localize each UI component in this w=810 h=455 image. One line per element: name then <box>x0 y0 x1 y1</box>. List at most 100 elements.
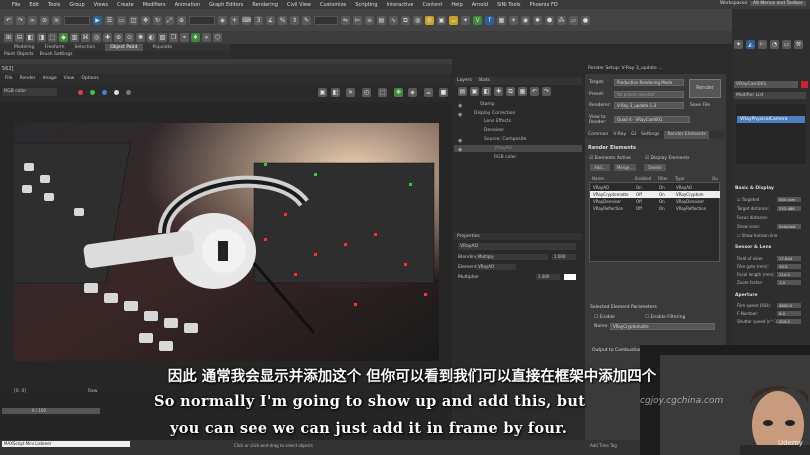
ribbon-tab[interactable]: Modeling <box>14 44 34 51</box>
tool-c-icon[interactable]: ◧ <box>26 33 35 42</box>
window-crossing-icon[interactable]: ◫ <box>129 15 138 25</box>
render-setup-tab[interactable]: GI <box>631 131 636 139</box>
tool-e-icon[interactable]: ⬚ <box>48 33 57 42</box>
frame-menu-item[interactable]: Render <box>20 74 36 84</box>
scale-icon[interactable]: ⤢ <box>165 15 174 25</box>
preset-dropdown[interactable]: No preset selected <box>614 91 684 98</box>
targeted-type[interactable]: Still cam <box>777 197 801 202</box>
layer-source-composite[interactable]: Source: Composite <box>454 136 582 143</box>
material-editor-icon[interactable]: ◍ <box>413 15 422 25</box>
teapot-render-icon[interactable]: ☕ <box>424 88 433 97</box>
mono-channel-icon[interactable] <box>126 90 131 95</box>
multiplier-field[interactable]: 1.000 <box>536 274 560 280</box>
film-speed-value[interactable]: 4600.0 <box>777 303 801 308</box>
show-cone-dropdown[interactable]: Selected <box>777 224 801 229</box>
basic-display-section[interactable]: Basic & Display <box>735 186 774 191</box>
spinner-snap-icon[interactable]: ⇕ <box>290 15 299 25</box>
tool-h-icon[interactable]: ⌘ <box>81 33 90 42</box>
name-field[interactable]: VRayCryptomatte <box>610 323 715 330</box>
place-icon[interactable]: ⊕ <box>177 15 186 25</box>
fov-value[interactable]: 17.844 <box>777 256 801 261</box>
frame-menu-item[interactable]: Options <box>81 74 98 84</box>
zoom-factor-value[interactable]: 1.0 <box>777 280 801 285</box>
lights-icon[interactable]: ☀ <box>509 15 518 25</box>
focal-length-value[interactable]: 114.0 <box>777 272 801 277</box>
object-color-swatch[interactable] <box>801 81 808 88</box>
layer-rgb-color[interactable]: RGB color <box>454 154 582 161</box>
create-tab-icon[interactable]: ✦ <box>734 40 743 49</box>
select-by-name-icon[interactable]: ☰ <box>105 15 114 25</box>
layer-add-icon[interactable]: ✚ <box>494 87 503 96</box>
sensor-lens-section[interactable]: Sensor & Lens <box>735 245 771 250</box>
hierarchy-tab-icon[interactable]: ⊢ <box>758 40 767 49</box>
menu-item[interactable]: Create <box>117 2 134 8</box>
camera-icon[interactable]: ◉ <box>521 15 530 25</box>
tool-p-icon[interactable]: ❒ <box>169 33 178 42</box>
time-slider[interactable]: 0 / 100 <box>2 408 100 414</box>
show-horizon-checkbox[interactable]: ☐ Show horizon line <box>737 233 777 238</box>
layer-redo-icon[interactable]: ↷ <box>542 87 551 96</box>
eye-icon[interactable]: ◉ <box>458 112 462 118</box>
vray-tools-icon[interactable]: ▦ <box>497 15 506 25</box>
tool-i-icon[interactable]: ◎ <box>92 33 101 42</box>
menu-item[interactable]: Rendering <box>252 2 278 8</box>
menu-item[interactable]: Phoenix FD <box>530 2 558 8</box>
render-setup-tab[interactable]: Common <box>588 131 608 139</box>
menu-item[interactable]: Content <box>422 2 442 8</box>
menu-item[interactable]: SiNi Tools <box>497 2 521 8</box>
workspaces-select[interactable]: Alt Menus and Toolbar <box>749 1 806 6</box>
tool-j-icon[interactable]: ✚ <box>103 33 112 42</box>
tool-k-icon[interactable]: ⊛ <box>114 33 123 42</box>
percent-snap-icon[interactable]: % <box>278 15 287 25</box>
frame-menu-item[interactable]: File <box>5 74 13 84</box>
layer-vrayao[interactable]: VRayAO <box>454 145 582 152</box>
channel-dropdown[interactable]: RGB color <box>2 88 57 96</box>
undo-icon[interactable]: ↶ <box>4 15 13 25</box>
fb-icon[interactable]: f <box>485 15 494 25</box>
elements-active-checkbox[interactable]: ☑ Elements Active <box>589 156 631 161</box>
menu-item[interactable]: Scripting <box>355 2 377 8</box>
film-gate-value[interactable]: 36.0 <box>777 264 801 269</box>
render-button[interactable]: Render <box>689 79 721 98</box>
edit-named-sel-icon[interactable]: ✎ <box>302 15 311 25</box>
select-icon[interactable]: ▶ <box>93 15 102 25</box>
align-icon[interactable]: ⊨ <box>353 15 362 25</box>
bind-icon[interactable]: ≋ <box>52 15 61 25</box>
curve-editor-icon[interactable]: ∿ <box>389 15 398 25</box>
layer-lens-effects[interactable]: Lens Effects <box>454 118 582 125</box>
frame-menu-item[interactable]: View <box>64 74 75 84</box>
menu-item[interactable]: Civil View <box>287 2 311 8</box>
reference-coord-dropdown[interactable] <box>189 15 215 25</box>
angle-snap-icon[interactable]: ∡ <box>266 15 275 25</box>
history-icon[interactable]: ◴ <box>362 88 371 97</box>
red-channel-icon[interactable] <box>78 90 83 95</box>
tool-q-icon[interactable]: ⌖ <box>180 33 189 42</box>
layer-new-icon[interactable]: ▤ <box>458 87 467 96</box>
eye-icon[interactable]: ◉ <box>458 138 462 144</box>
menu-item[interactable]: Graph Editors <box>209 2 243 8</box>
sphere-icon[interactable]: ● <box>581 15 590 25</box>
render-production-icon[interactable]: ☕ <box>449 15 458 25</box>
sun-icon[interactable]: ✹ <box>533 15 542 25</box>
menu-item[interactable]: Customize <box>320 2 346 8</box>
delete-button[interactable]: Delete <box>644 164 666 171</box>
ribbon-tab[interactable]: Populate <box>153 44 173 51</box>
proxy-icon[interactable]: ⬢ <box>545 15 554 25</box>
paint-objects-tab[interactable]: Paint Objects <box>4 51 34 59</box>
merge-button[interactable]: Merge... <box>614 164 636 171</box>
frame-menu-item[interactable]: Image <box>43 74 57 84</box>
menu-item[interactable]: Animation <box>175 2 201 8</box>
modifier-vrayphysicalcamera[interactable]: VRayPhysicalCamera <box>737 116 805 123</box>
utilities-tab-icon[interactable]: ⚒ <box>794 40 803 49</box>
blue-channel-icon[interactable] <box>102 90 107 95</box>
col-name[interactable]: Name <box>592 176 604 181</box>
save-file-checkbox[interactable]: Save File <box>690 103 710 108</box>
menu-item[interactable]: Edit <box>29 2 39 8</box>
tool-n-icon[interactable]: ◐ <box>147 33 156 42</box>
render-iterative-icon[interactable]: ✦ <box>461 15 470 25</box>
tool-m-icon[interactable]: ✺ <box>136 33 145 42</box>
brush-settings-tab[interactable]: Brush Settings <box>40 51 73 59</box>
stop-icon[interactable]: ■ <box>439 88 448 97</box>
tool-t-icon[interactable]: ⬡ <box>213 33 222 42</box>
targeted-checkbox[interactable]: ☑ Targeted <box>737 197 759 202</box>
